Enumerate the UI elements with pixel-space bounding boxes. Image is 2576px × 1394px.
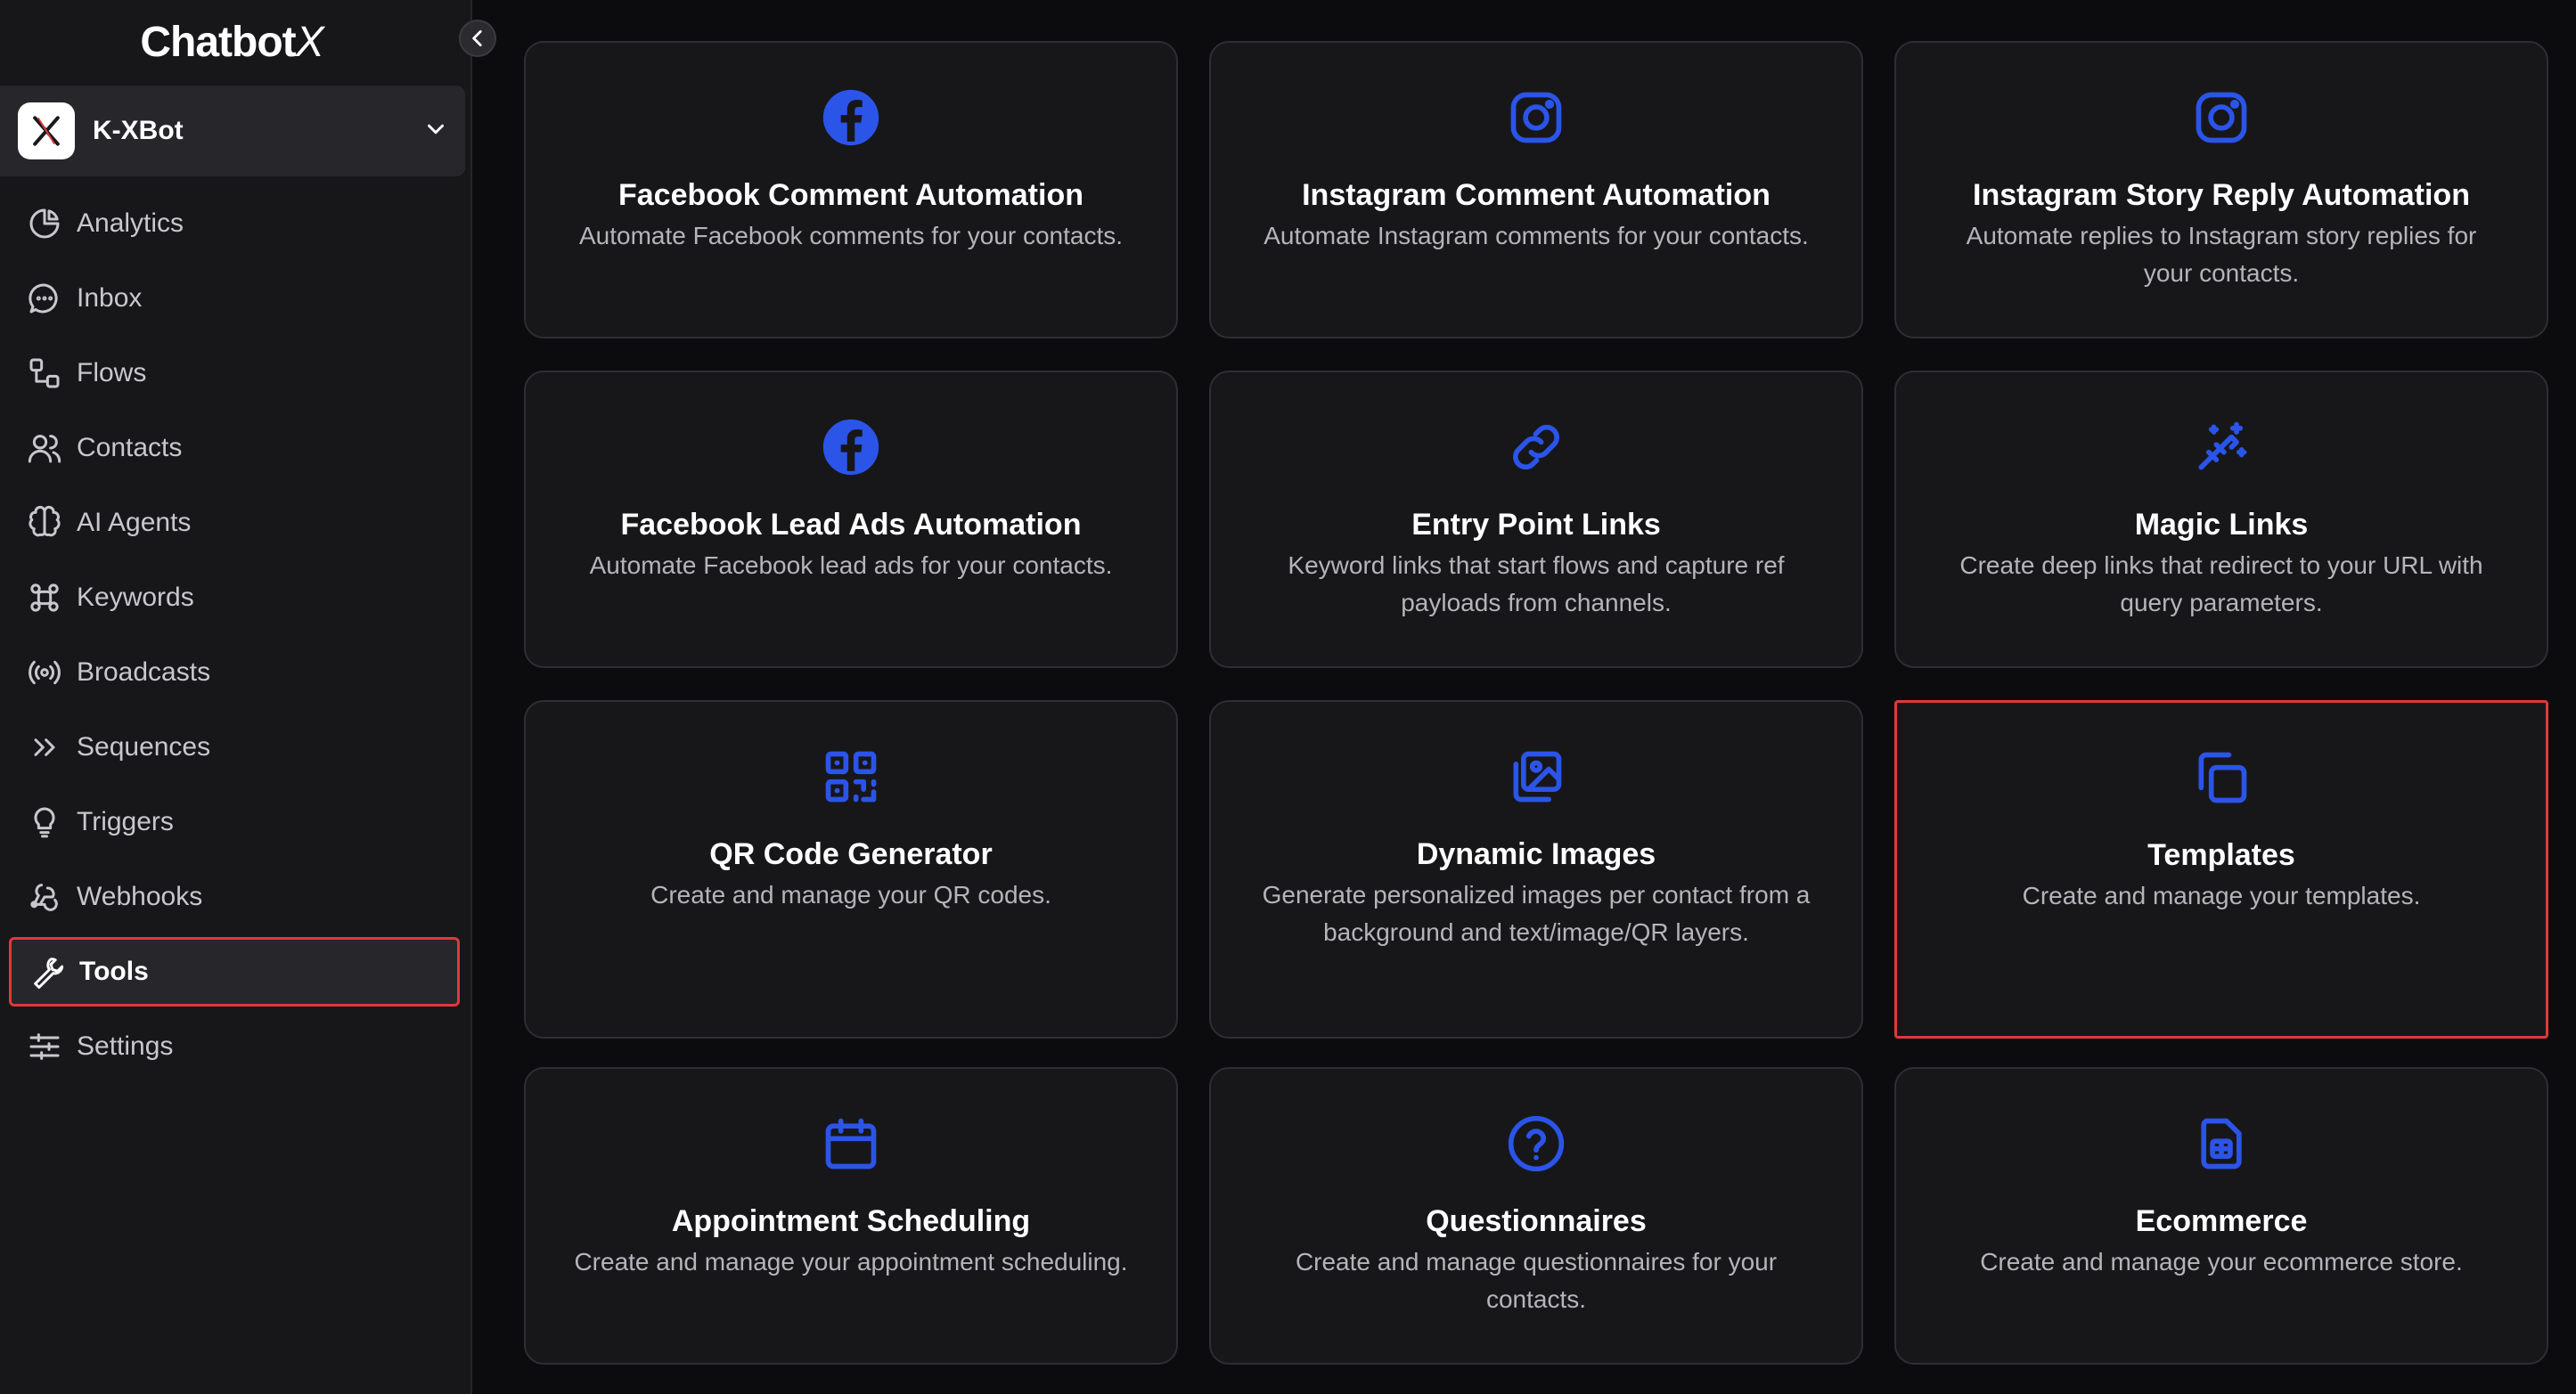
tool-card-magic-links[interactable]: Magic Links Create deep links that redire…	[1894, 371, 2548, 668]
sidebar-item-label: Keywords	[77, 583, 194, 612]
card-description: Create and manage questionnaires for you…	[1295, 1248, 1778, 1313]
sidebar-item-inbox[interactable]: Inbox	[9, 264, 460, 333]
card-title: Instagram Comment Automation	[1302, 178, 1770, 212]
bot-name: K-XBot	[93, 116, 184, 145]
calendar-icon	[526, 1112, 1176, 1176]
tool-card-instagram-story-reply-automation[interactable]: Instagram Story Reply Automation Automate…	[1894, 41, 2548, 338]
sidebar-item-sequences[interactable]: Sequences	[9, 713, 460, 782]
card-description: Keyword links that start flows and captu…	[1288, 551, 1785, 616]
card-title: Facebook Lead Ads Automation	[620, 508, 1082, 542]
images-icon	[1211, 745, 1861, 809]
sidebar-item-label: Flows	[77, 358, 147, 387]
chevron-left-icon	[472, 30, 482, 46]
sidebar-item-label: Broadcasts	[77, 657, 211, 687]
sidebar-item-keywords[interactable]: Keywords	[9, 563, 460, 632]
instagram-icon	[1896, 86, 2547, 150]
qr-code-icon	[526, 745, 1176, 809]
copy-icon	[1897, 746, 2546, 810]
sidebar-item-label: Analytics	[77, 208, 184, 238]
pie-chart-icon	[27, 206, 62, 241]
tool-card-qr-code-generator[interactable]: QR Code Generator Create and manage your …	[524, 700, 1178, 1039]
card-description: Create and manage your templates.	[2022, 882, 2421, 909]
card-description: Automate Instagram comments for your con…	[1263, 222, 1809, 249]
tool-card-instagram-comment-automation[interactable]: Instagram Comment Automation Automate Ins…	[1209, 41, 1863, 338]
card-title: Questionnaires	[1426, 1204, 1647, 1238]
card-description: Generate personalized images per contact…	[1262, 881, 1811, 946]
facebook-icon	[526, 86, 1176, 150]
magic-wand-icon	[1896, 415, 2547, 479]
question-icon	[1211, 1112, 1861, 1176]
sidebar-item-contacts[interactable]: Contacts	[9, 413, 460, 483]
facebook-icon	[526, 415, 1176, 479]
keywords-icon	[27, 580, 62, 615]
sidebar-item-flows[interactable]: Flows	[9, 338, 460, 408]
tool-card-dynamic-images[interactable]: Dynamic Images Generate personalized imag…	[1209, 700, 1863, 1039]
sidebar-item-label: Webhooks	[77, 882, 203, 911]
tool-card-facebook-lead-ads-automation[interactable]: Facebook Lead Ads Automation Automate Fac…	[524, 371, 1178, 668]
link-icon	[1211, 415, 1861, 479]
card-title: Ecommerce	[2135, 1204, 2308, 1238]
card-description: Create and manage your QR codes.	[650, 881, 1051, 909]
tool-card-entry-point-links[interactable]: Entry Point Links Keyword links that star…	[1209, 371, 1863, 668]
sidebar-item-label: Triggers	[77, 807, 174, 836]
app-root: ChatbotX K-XBot Analytics Inbox Flows Conta…	[0, 0, 2576, 1394]
sidebar-item-settings[interactable]: Settings	[9, 1012, 460, 1081]
sidebar-item-label: Contacts	[77, 433, 183, 462]
sidebar: ChatbotX K-XBot Analytics Inbox Flows Conta…	[0, 0, 472, 1394]
sliders-icon	[27, 1029, 62, 1064]
sidebar-item-ai-agents[interactable]: AI Agents	[9, 488, 460, 558]
card-title: Facebook Comment Automation	[618, 178, 1084, 212]
sidebar-item-label: AI Agents	[77, 508, 192, 537]
card-description: Automate replies to Instagram story repl…	[1966, 222, 2477, 287]
brain-icon	[27, 505, 62, 541]
broadcast-icon	[27, 655, 62, 690]
tool-card-questionnaires[interactable]: Questionnaires Create and manage question…	[1209, 1067, 1863, 1365]
double-chevron-icon	[27, 730, 62, 765]
brand-logo[interactable]: ChatbotX	[0, 14, 463, 71]
card-title: Templates	[2147, 838, 2295, 872]
card-title: Entry Point Links	[1411, 508, 1661, 542]
card-title: Instagram Story Reply Automation	[1973, 178, 2470, 212]
card-description: Automate Facebook lead ads for your cont…	[589, 551, 1113, 579]
wrench-icon	[29, 954, 65, 990]
lightbulb-icon	[27, 804, 62, 840]
sidebar-item-label: Inbox	[77, 283, 143, 313]
sidebar-item-triggers[interactable]: Triggers	[9, 787, 460, 857]
chat-bubble-icon	[27, 281, 62, 316]
bot-switcher[interactable]: K-XBot	[0, 86, 465, 176]
store-icon	[1896, 1112, 2547, 1176]
users-icon	[27, 430, 62, 466]
tools-grid: Facebook Comment Automation Automate Face…	[472, 0, 2576, 1394]
brand-name: Chatbot	[140, 19, 296, 66]
card-description: Create deep links that redirect to your …	[1959, 551, 2483, 616]
tool-card-appointment-scheduling[interactable]: Appointment Scheduling Create and manage …	[524, 1067, 1178, 1365]
card-title: QR Code Generator	[709, 837, 993, 871]
brand-x: X	[295, 19, 324, 66]
flow-icon	[27, 355, 62, 391]
sidebar-item-label: Settings	[77, 1031, 174, 1061]
sidebar-item-webhooks[interactable]: Webhooks	[9, 862, 460, 932]
card-description: Create and manage your appointment sched…	[574, 1248, 1128, 1276]
card-title: Dynamic Images	[1416, 837, 1656, 871]
tool-card-facebook-comment-automation[interactable]: Facebook Comment Automation Automate Face…	[524, 41, 1178, 338]
card-title: Magic Links	[2134, 508, 2309, 542]
sidebar-item-label: Tools	[79, 957, 149, 986]
card-title: Appointment Scheduling	[671, 1204, 1031, 1238]
bot-avatar	[18, 102, 75, 159]
chevron-down-icon[interactable]	[422, 116, 449, 147]
webhook-icon	[27, 879, 62, 915]
tool-card-templates[interactable]: Templates Create and manage your template…	[1894, 700, 2548, 1039]
card-description: Automate Facebook comments for your cont…	[578, 222, 1124, 249]
sidebar-item-analytics[interactable]: Analytics	[9, 189, 460, 258]
instagram-icon	[1211, 86, 1861, 150]
tool-card-ecommerce[interactable]: Ecommerce Create and manage your ecommerc…	[1894, 1067, 2548, 1365]
x-logo-icon	[33, 116, 60, 146]
sidebar-item-label: Sequences	[77, 732, 211, 762]
sidebar-item-broadcasts[interactable]: Broadcasts	[9, 638, 460, 707]
sidebar-item-tools[interactable]: Tools	[9, 937, 460, 1007]
card-description: Create and manage your ecommerce store.	[1980, 1248, 2463, 1276]
collapse-sidebar-button[interactable]	[459, 20, 496, 57]
